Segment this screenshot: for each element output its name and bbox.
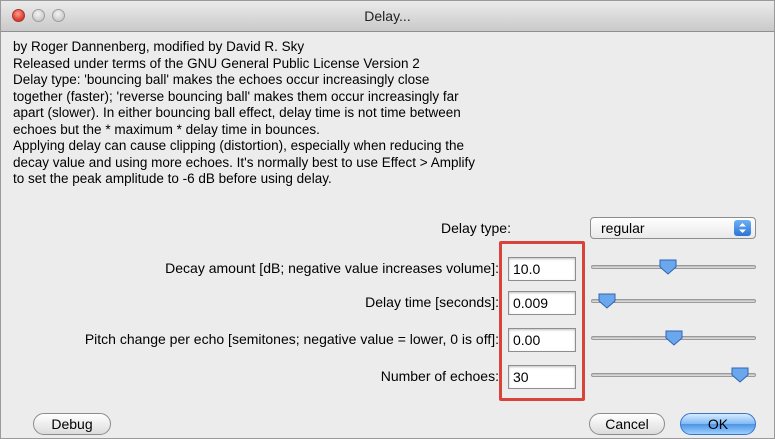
description-line: apart (slower). In either bouncing ball … bbox=[13, 105, 461, 120]
delay-time-slider[interactable] bbox=[591, 291, 756, 311]
number-of-echoes-slider[interactable] bbox=[591, 365, 756, 385]
title-bar: Delay... bbox=[1, 1, 774, 32]
delay-dialog: Delay... by Roger Dannenberg, modified b… bbox=[0, 0, 775, 439]
number-of-echoes-label: Number of echoes: bbox=[380, 368, 499, 384]
description-text: by Roger Dannenberg, modified by David R… bbox=[13, 39, 613, 188]
description-line: echoes but the * maximum * delay time in… bbox=[13, 121, 320, 137]
window-title: Delay... bbox=[364, 8, 411, 24]
description-line: Applying delay can cause clipping (disto… bbox=[13, 138, 465, 153]
pitch-change-label: Pitch change per echo [semitones; negati… bbox=[84, 331, 499, 347]
delay-time-label: Delay time [seconds]: bbox=[365, 294, 499, 310]
cancel-button[interactable]: Cancel bbox=[589, 413, 665, 435]
highlight-box bbox=[499, 241, 585, 401]
decay-amount-label: Decay amount [dB; negative value increas… bbox=[165, 260, 499, 276]
slider-thumb-icon[interactable] bbox=[665, 330, 683, 346]
description-line: by Roger Dannenberg, modified by David R… bbox=[13, 39, 305, 54]
description-line: together (faster); 'reverse bouncing bal… bbox=[13, 88, 459, 104]
description-line: Delay type: 'bouncing ball' makes the ec… bbox=[13, 72, 430, 87]
slider-thumb-icon[interactable] bbox=[659, 259, 677, 275]
slider-thumb-icon[interactable] bbox=[731, 367, 749, 383]
description-line: Released under terms of the GNU General … bbox=[13, 55, 420, 71]
decay-amount-slider[interactable] bbox=[591, 257, 756, 277]
delay-type-label: Delay type: bbox=[440, 220, 511, 236]
debug-button[interactable]: Debug bbox=[33, 413, 111, 435]
ok-button[interactable]: OK bbox=[680, 413, 756, 435]
slider-thumb-icon[interactable] bbox=[598, 293, 616, 309]
description-line: to set the peak amplitude to -6 dB befor… bbox=[13, 171, 332, 186]
description-line: decay value and using more echoes. It's … bbox=[13, 154, 475, 170]
delay-type-select[interactable]: regular bbox=[590, 217, 756, 239]
updown-arrows-icon bbox=[734, 220, 751, 236]
delay-type-value: regular bbox=[601, 220, 645, 236]
pitch-change-slider[interactable] bbox=[591, 328, 756, 348]
